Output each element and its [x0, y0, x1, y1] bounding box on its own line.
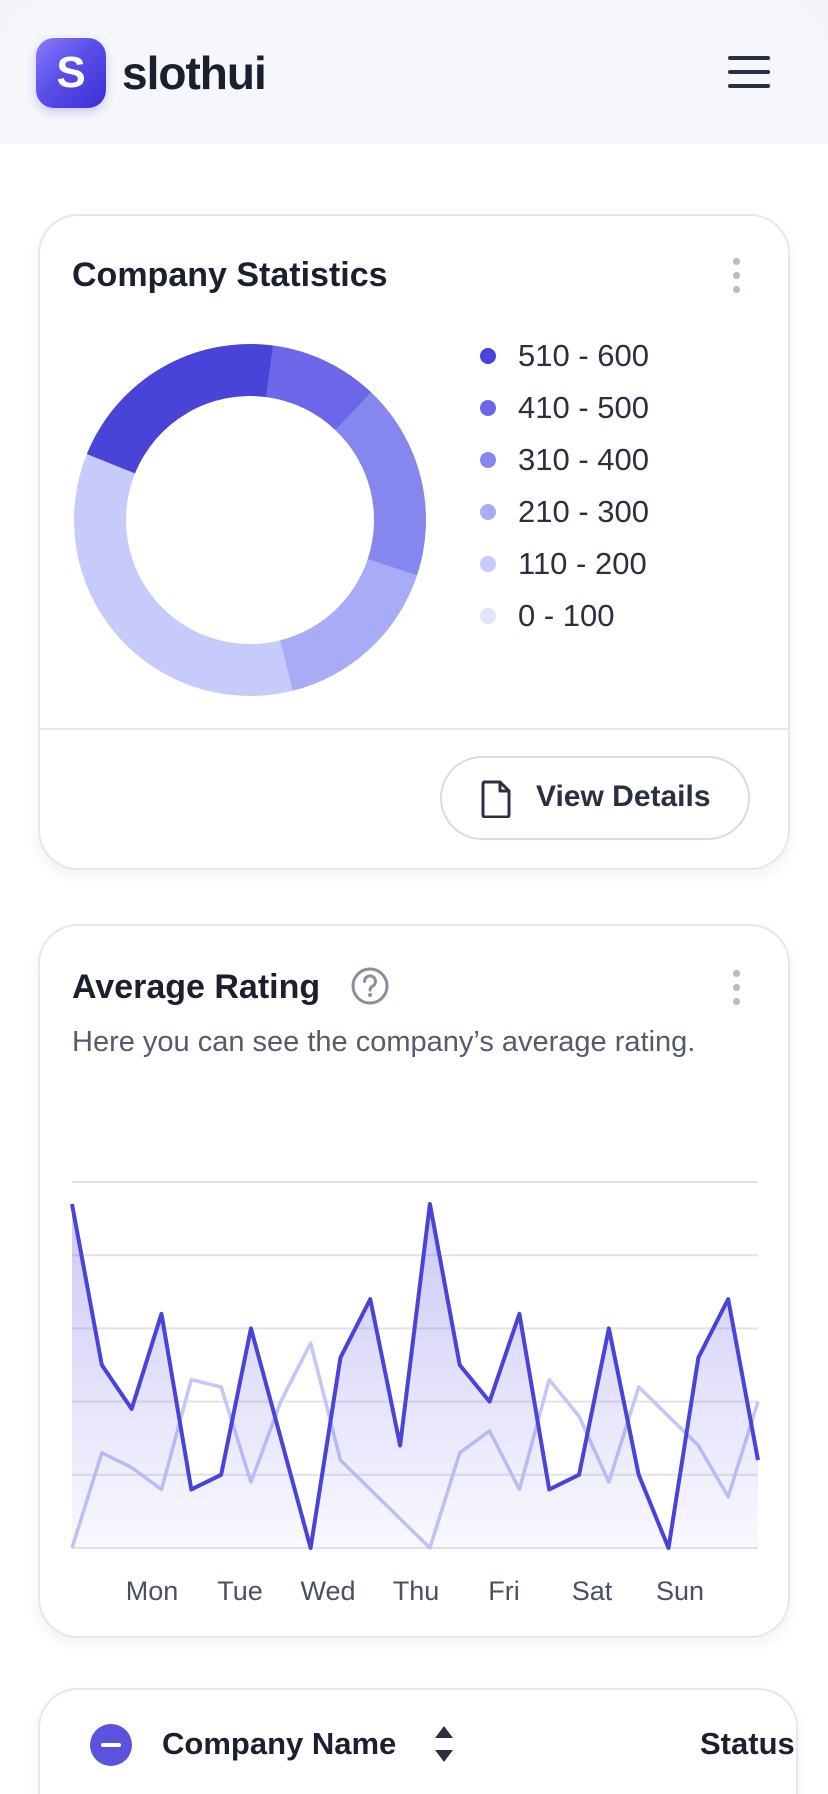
x-tick-label: Sun — [655, 1576, 705, 1606]
legend-dot-icon — [480, 400, 496, 416]
x-tick-label: Tue — [217, 1576, 263, 1606]
minus-checkbox-icon[interactable] — [90, 1724, 132, 1766]
x-tick-label: Fri — [488, 1576, 520, 1606]
donut-slice — [279, 559, 418, 691]
rating-area-chart — [70, 1181, 760, 1550]
legend-item: 0 - 100 — [480, 596, 740, 636]
legend-item: 510 - 600 — [480, 336, 740, 376]
logo-letter: S — [56, 48, 86, 97]
view-details-label: View Details — [536, 780, 711, 813]
sort-updown-icon[interactable] — [432, 1722, 456, 1771]
top-bar: S slothui — [0, 0, 828, 144]
brand-name: slothui — [122, 47, 267, 99]
hamburger-menu-icon[interactable] — [728, 56, 770, 88]
donut-slice — [335, 392, 426, 576]
vertical-dots-icon[interactable] — [730, 258, 742, 298]
app-screen: S slothui Company Statistics 510 - 600 41… — [0, 0, 828, 1794]
company-statistics-card: Company Statistics 510 - 600 410 - 500 310… — [38, 214, 790, 870]
logo-icon[interactable]: S — [36, 38, 106, 108]
legend-item: 310 - 400 — [480, 440, 740, 480]
donut-chart — [74, 344, 426, 696]
x-tick-label: Wed — [300, 1576, 356, 1606]
document-icon — [480, 780, 512, 823]
legend-label: 110 - 200 — [518, 546, 647, 581]
legend-dot-icon — [480, 504, 496, 520]
legend-label: 210 - 300 — [518, 494, 649, 529]
column-header-status[interactable]: Status — [700, 1726, 795, 1762]
legend-label: 310 - 400 — [518, 442, 649, 477]
legend-dot-icon — [480, 348, 496, 364]
average-rating-card: Average Rating Here you can see the comp… — [38, 924, 790, 1638]
x-tick-label: Mon — [125, 1576, 179, 1606]
legend-label: 0 - 100 — [518, 598, 615, 633]
legend-dot-icon — [480, 556, 496, 572]
column-header-company-name[interactable]: Company Name — [162, 1726, 396, 1762]
legend-dot-icon — [480, 452, 496, 468]
donut-slice — [74, 454, 293, 696]
x-tick-label: Sat — [571, 1576, 613, 1606]
card-divider — [40, 728, 788, 730]
legend-label: 410 - 500 — [518, 390, 649, 425]
legend-dot-icon — [480, 608, 496, 624]
companies-table: Company Name Status — [38, 1688, 798, 1794]
legend-item: 110 - 200 — [480, 544, 740, 584]
x-tick-label: Thu — [392, 1576, 440, 1606]
view-details-button[interactable]: View Details — [440, 756, 750, 840]
legend-label: 510 - 600 — [518, 338, 649, 373]
donut-slice — [86, 344, 274, 474]
legend-item: 410 - 500 — [480, 388, 740, 428]
legend-item: 210 - 300 — [480, 492, 740, 532]
